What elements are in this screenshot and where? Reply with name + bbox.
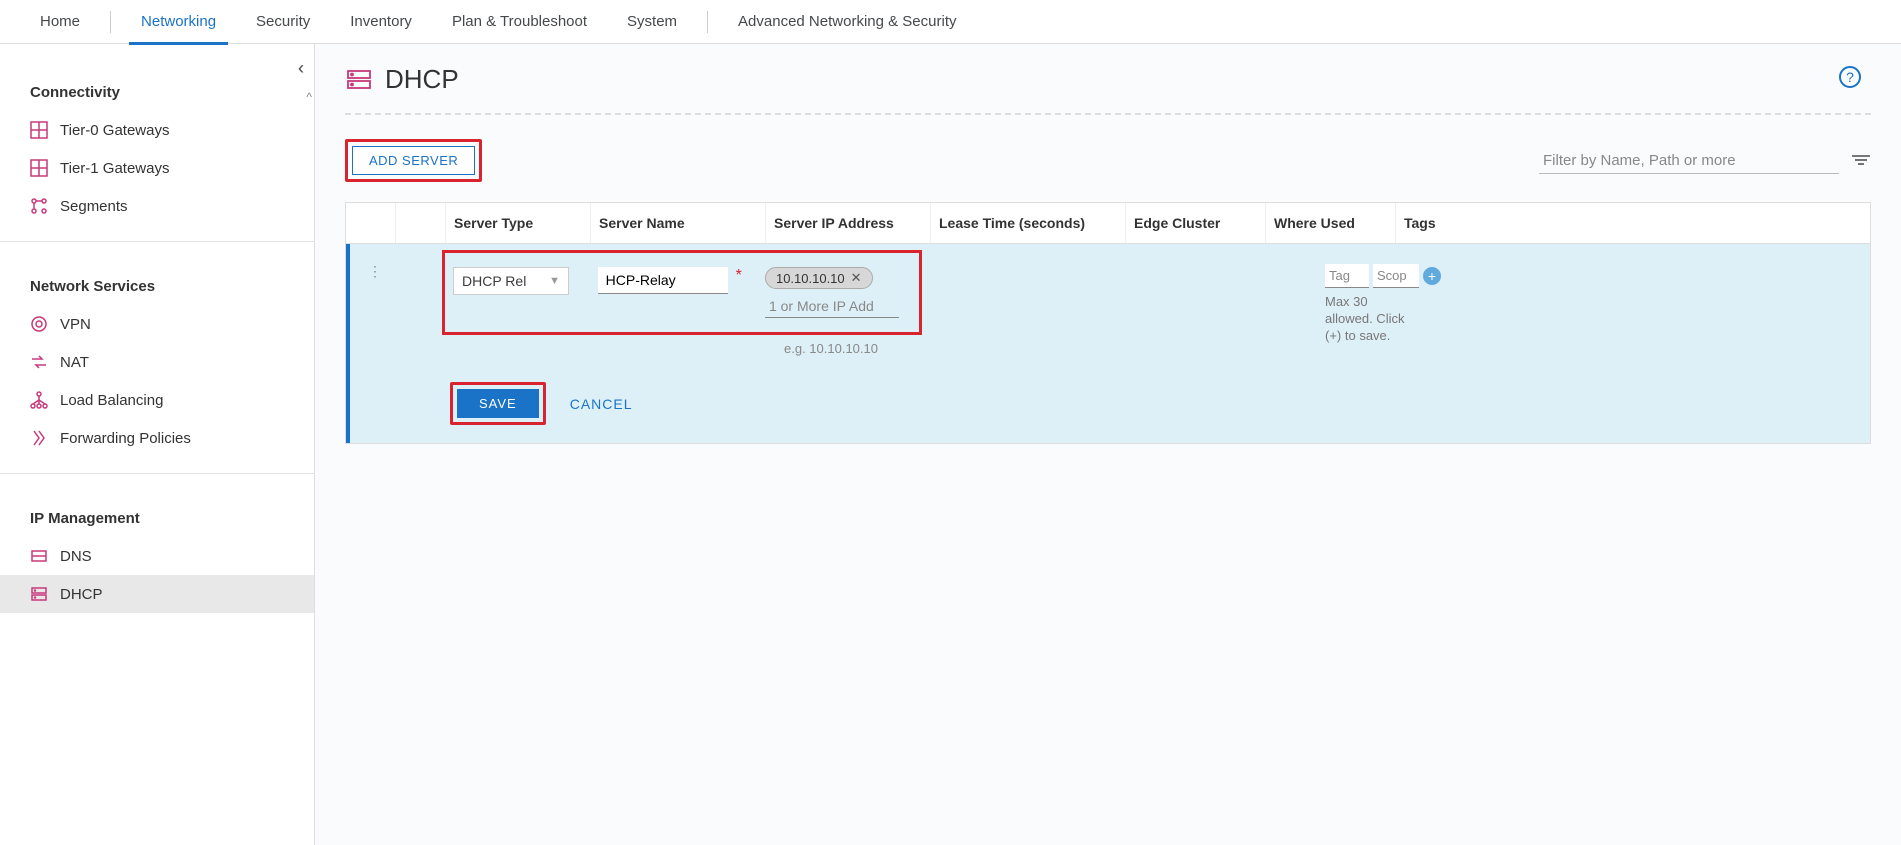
cancel-button[interactable]: CANCEL — [570, 396, 633, 412]
column-server-type: Server Type — [446, 203, 591, 243]
dashed-divider — [345, 113, 1871, 115]
grid-header: Server Type Server Name Server IP Addres… — [346, 203, 1870, 244]
column-menu — [346, 203, 396, 243]
help-icon[interactable]: ? — [1839, 66, 1861, 88]
add-server-button[interactable]: ADD SERVER — [352, 146, 475, 175]
sidebar-item-vpn[interactable]: VPN — [0, 305, 314, 343]
sidebar-item-label: VPN — [60, 316, 91, 333]
sidebar-divider — [0, 473, 314, 474]
sidebar-section-network-services: Network Services — [0, 258, 314, 305]
required-indicator: * — [736, 267, 742, 285]
edge-cell — [1117, 260, 1257, 356]
column-where-used: Where Used — [1266, 203, 1396, 243]
tab-inventory[interactable]: Inventory — [330, 0, 432, 44]
tag-input[interactable] — [1325, 264, 1369, 288]
column-edge-cluster: Edge Cluster — [1126, 203, 1266, 243]
vpn-icon — [30, 315, 48, 333]
sidebar-item-load-balancing[interactable]: Load Balancing — [0, 381, 314, 419]
sidebar-section-connectivity: Connectivity — [0, 44, 314, 111]
gateway-icon — [30, 159, 48, 177]
toolbar: ADD SERVER — [345, 139, 1871, 182]
scroll-up-icon[interactable]: ^ — [306, 90, 312, 104]
tab-plan-troubleshoot[interactable]: Plan & Troubleshoot — [432, 0, 607, 44]
filter-icon[interactable] — [1851, 152, 1871, 170]
action-row: SAVE CANCEL — [346, 370, 1870, 443]
nav-divider — [707, 11, 708, 33]
sidebar-item-label: Load Balancing — [60, 392, 163, 409]
sidebar-item-label: DHCP — [60, 586, 103, 603]
grid-row-edit: ⋮ DHCP Rel ▼ * — [346, 244, 1870, 370]
scope-input[interactable] — [1373, 264, 1419, 288]
tab-networking[interactable]: Networking — [121, 0, 236, 44]
sidebar-item-tier1[interactable]: Tier-1 Gateways — [0, 149, 314, 187]
ip-input[interactable] — [765, 295, 899, 318]
chevron-down-icon: ▼ — [549, 275, 560, 287]
add-tag-icon[interactable]: + — [1423, 267, 1441, 285]
sidebar: ‹‹ ^ Connectivity Tier-0 Gateways Tier-1… — [0, 44, 315, 845]
sidebar-item-label: NAT — [60, 354, 89, 371]
ip-chip-value: 10.10.10.10 — [776, 271, 845, 286]
highlight-box: SAVE — [450, 382, 546, 425]
sidebar-item-label: DNS — [60, 548, 92, 565]
ip-chip[interactable]: 10.10.10.10 ✕ — [765, 267, 873, 289]
column-lease-time: Lease Time (seconds) — [931, 203, 1126, 243]
forwarding-icon — [30, 429, 48, 447]
nat-icon — [30, 353, 48, 371]
dhcp-icon — [345, 66, 373, 94]
tag-hint: Max 30 allowed. Click (+) to save. — [1325, 294, 1862, 345]
dhcp-grid: Server Type Server Name Server IP Addres… — [345, 202, 1871, 444]
filter-input[interactable] — [1539, 148, 1839, 174]
ip-hint: e.g. 10.10.10.10 — [784, 341, 922, 356]
tab-system[interactable]: System — [607, 0, 697, 44]
column-expand — [396, 203, 446, 243]
sidebar-item-label: Segments — [60, 198, 128, 215]
column-server-ip: Server IP Address — [766, 203, 931, 243]
lease-cell — [922, 260, 1117, 356]
sidebar-section-ip-management: IP Management — [0, 490, 314, 537]
save-button[interactable]: SAVE — [457, 389, 539, 418]
highlight-box: DHCP Rel ▼ * 10.10.10.10 — [442, 250, 922, 335]
sidebar-divider — [0, 241, 314, 242]
main-content: ? DHCP ADD SERVER Server Type Server Na — [315, 44, 1901, 845]
server-type-value: DHCP Rel — [462, 273, 526, 289]
column-server-name: Server Name — [591, 203, 766, 243]
server-type-select[interactable]: DHCP Rel ▼ — [453, 267, 569, 295]
highlight-box: ADD SERVER — [345, 139, 482, 182]
dhcp-icon — [30, 585, 48, 603]
dns-icon — [30, 547, 48, 565]
close-icon[interactable]: ✕ — [851, 270, 862, 286]
nav-divider — [110, 11, 111, 33]
sidebar-item-segments[interactable]: Segments — [0, 187, 314, 225]
page-title: DHCP — [385, 64, 459, 95]
sidebar-item-label: Tier-0 Gateways — [60, 122, 169, 139]
sidebar-item-dhcp[interactable]: DHCP — [0, 575, 314, 613]
column-tags: Tags — [1396, 203, 1870, 243]
gateway-icon — [30, 121, 48, 139]
segments-icon — [30, 197, 48, 215]
top-nav: Home Networking Security Inventory Plan … — [0, 0, 1901, 44]
sidebar-item-label: Forwarding Policies — [60, 430, 191, 447]
sidebar-item-label: Tier-1 Gateways — [60, 160, 169, 177]
tab-home[interactable]: Home — [20, 0, 100, 44]
tab-advanced-networking[interactable]: Advanced Networking & Security — [718, 0, 976, 44]
sidebar-item-nat[interactable]: NAT — [0, 343, 314, 381]
load-balancing-icon — [30, 391, 48, 409]
page-header: DHCP — [345, 64, 1871, 113]
tab-security[interactable]: Security — [236, 0, 330, 44]
row-menu-icon[interactable]: ⋮ — [350, 260, 400, 356]
sidebar-item-tier0[interactable]: Tier-0 Gateways — [0, 111, 314, 149]
sidebar-item-forwarding[interactable]: Forwarding Policies — [0, 419, 314, 457]
sidebar-item-dns[interactable]: DNS — [0, 537, 314, 575]
server-name-input[interactable] — [598, 267, 728, 294]
